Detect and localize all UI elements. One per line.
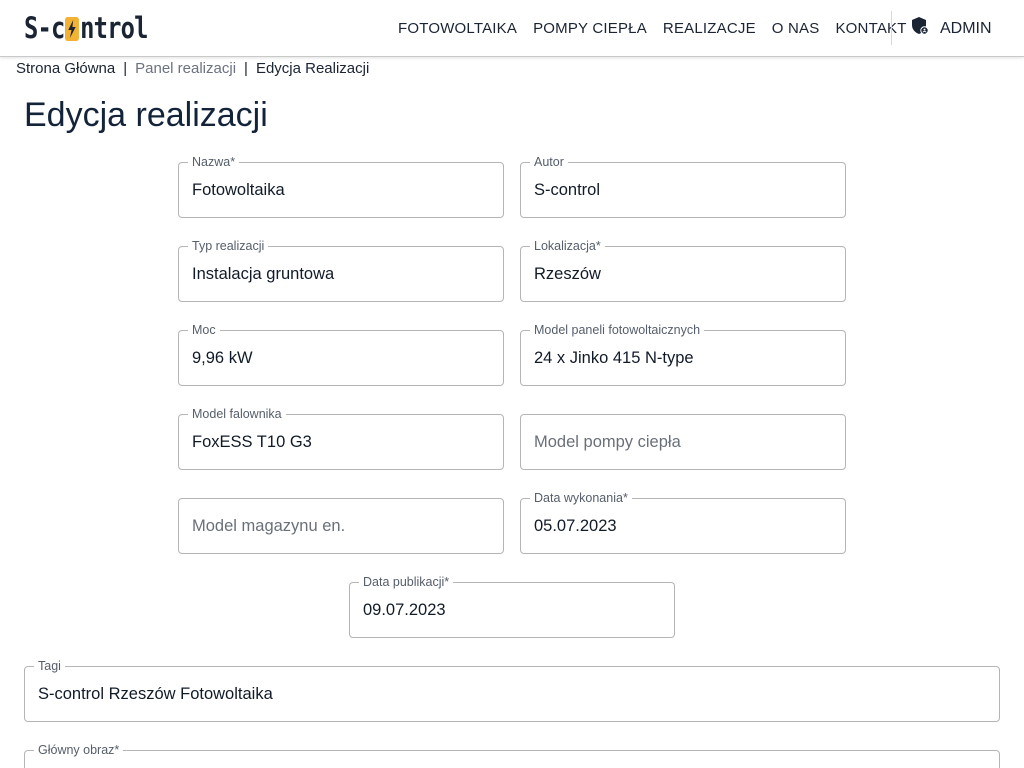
- moc-input[interactable]: [192, 331, 490, 385]
- typ-realizacji-field: Typ realizacji: [178, 239, 504, 302]
- tagi-field: Tagi: [24, 659, 1000, 722]
- nav-fotowoltaika[interactable]: FOTOWOLTAIKA: [398, 20, 517, 37]
- admin-menu[interactable]: ADMIN: [910, 16, 992, 41]
- autor-input[interactable]: [534, 163, 832, 217]
- lokalizacja-field: Lokalizacja*: [520, 239, 846, 302]
- logo-text-left: S-c: [24, 11, 65, 45]
- s-control-logo[interactable]: S-c ntrol: [24, 11, 148, 45]
- typ-realizacji-input[interactable]: [192, 247, 490, 301]
- tagi-input[interactable]: [38, 667, 986, 721]
- model-falownika-input[interactable]: [192, 415, 490, 469]
- model-pompy-field: [520, 414, 846, 470]
- nav-divider: [891, 11, 892, 45]
- breadcrumb: Strona Główna | Panel realizacji | Edycj…: [16, 60, 369, 77]
- main-nav: FOTOWOLTAIKA POMPY CIEPŁA REALIZACJE O N…: [390, 0, 915, 56]
- lokalizacja-input[interactable]: [534, 247, 832, 301]
- breadcrumb-separator: |: [123, 60, 128, 77]
- breadcrumb-panel[interactable]: Panel realizacji: [135, 60, 236, 77]
- page-title: Edycja realizacji: [24, 96, 268, 134]
- nazwa-input[interactable]: [192, 163, 490, 217]
- breadcrumb-current: Edycja Realizacji: [255, 60, 370, 77]
- glowny-obraz-field[interactable]: Główny obraz*: [24, 743, 1000, 768]
- moc-field: Moc: [178, 323, 504, 386]
- model-magazynu-input[interactable]: [192, 499, 490, 553]
- model-pompy-input[interactable]: [534, 415, 832, 469]
- logo-text-right: ntrol: [80, 11, 148, 45]
- top-header: S-c ntrol FOTOWOLTAIKA POMPY CIEPŁA REALI…: [0, 0, 1024, 57]
- nav-realizacje[interactable]: REALIZACJE: [663, 20, 756, 37]
- autor-field: Autor: [520, 155, 846, 218]
- nav-o-nas[interactable]: O NAS: [772, 20, 820, 37]
- nav-kontakt[interactable]: KONTAKT: [835, 20, 906, 37]
- breadcrumb-home[interactable]: Strona Główna: [16, 60, 115, 77]
- model-paneli-input[interactable]: [534, 331, 832, 385]
- model-paneli-field: Model paneli fotowoltaicznych: [520, 323, 846, 386]
- glowny-obraz-label: Główny obraz*: [34, 743, 124, 757]
- data-publikacji-field: Data publikacji*: [349, 575, 675, 638]
- model-magazynu-field: [178, 498, 504, 554]
- data-wykonania-input[interactable]: [534, 499, 832, 553]
- lightning-bolt-icon: [65, 17, 80, 41]
- admin-shield-icon: [910, 16, 930, 41]
- nav-pompy-ciepla[interactable]: POMPY CIEPŁA: [533, 20, 647, 37]
- data-wykonania-field: Data wykonania*: [520, 491, 846, 554]
- breadcrumb-separator: |: [244, 60, 248, 77]
- data-publikacji-input[interactable]: [363, 583, 661, 637]
- nazwa-field: Nazwa*: [178, 155, 504, 218]
- model-falownika-field: Model falownika: [178, 407, 504, 470]
- admin-label: ADMIN: [940, 19, 992, 37]
